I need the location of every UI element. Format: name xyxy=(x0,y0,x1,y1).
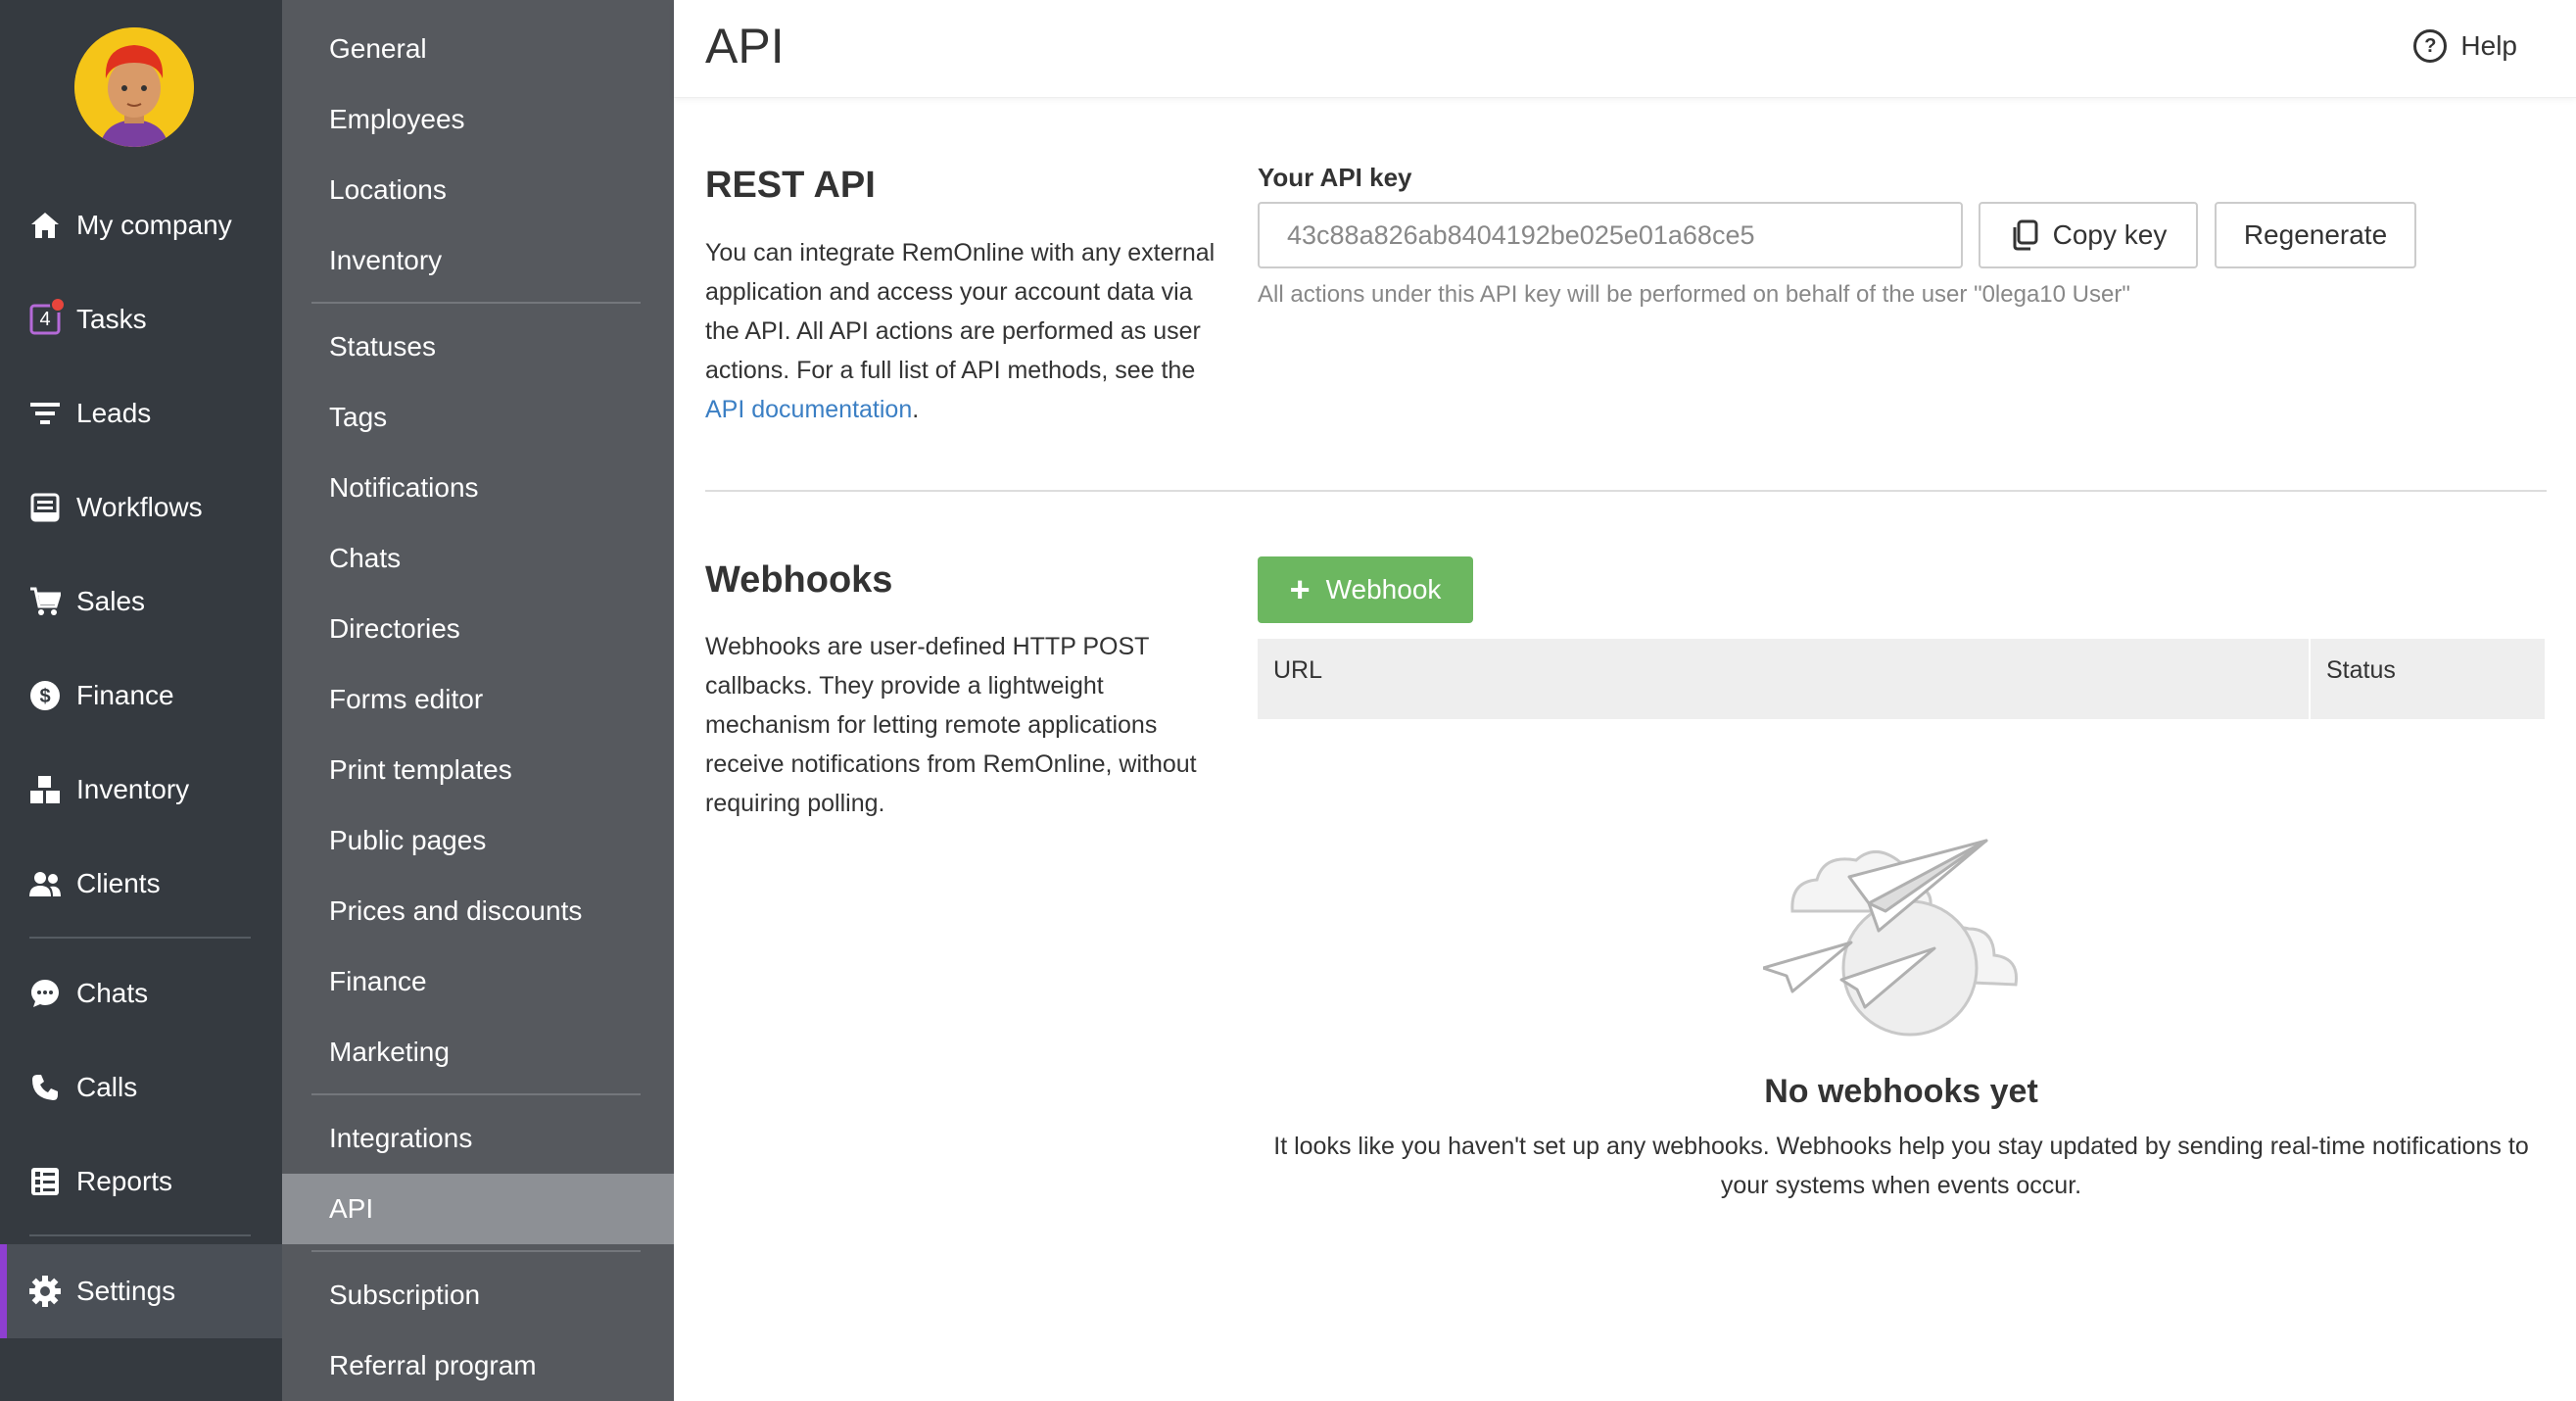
nav-settings[interactable]: Settings xyxy=(0,1244,282,1338)
webhooks-table-header: URL Status xyxy=(1258,639,2545,719)
chat-bubble-icon xyxy=(28,977,62,1010)
copy-key-button[interactable]: Copy key xyxy=(1979,202,2198,268)
webhooks-title: Webhooks xyxy=(705,559,893,601)
subnav-divider xyxy=(311,1093,641,1095)
nav-sales[interactable]: Sales xyxy=(0,555,282,649)
nav-finance[interactable]: $ Finance xyxy=(0,649,282,743)
svg-text:$: $ xyxy=(39,686,50,707)
nav-divider xyxy=(29,1234,251,1236)
add-webhook-button[interactable]: + Webhook xyxy=(1258,556,1473,623)
nav-reports[interactable]: Reports xyxy=(0,1135,282,1229)
rest-api-description-suffix: . xyxy=(912,396,920,423)
nav-label: Sales xyxy=(76,586,146,616)
gear-icon xyxy=(28,1275,62,1308)
api-documentation-link[interactable]: API documentation xyxy=(705,396,912,423)
user-avatar[interactable] xyxy=(74,27,194,147)
rest-api-title: REST API xyxy=(705,165,876,206)
subnav-forms-editor[interactable]: Forms editor xyxy=(282,664,674,735)
nav-label: Leads xyxy=(76,398,152,428)
rest-api-description-text: You can integrate RemOnline with any ext… xyxy=(705,239,1216,384)
empty-state-title: No webhooks yet xyxy=(1764,1073,2038,1110)
nav-calls[interactable]: Calls xyxy=(0,1040,282,1135)
subnav-general[interactable]: General xyxy=(282,14,674,84)
subnav-employees[interactable]: Employees xyxy=(282,84,674,155)
phone-icon xyxy=(28,1071,62,1104)
main-nav: My company 4 Tasks Leads Workflows Sales… xyxy=(0,0,282,1401)
nav-my-company[interactable]: My company xyxy=(0,178,282,272)
section-divider xyxy=(705,490,2547,492)
paper-planes-illustration xyxy=(1761,833,2041,1039)
add-webhook-label: Webhook xyxy=(1325,574,1442,604)
empty-state-text: It looks like you haven't set up any web… xyxy=(1273,1133,2529,1199)
help-label: Help xyxy=(2460,30,2517,61)
clients-icon xyxy=(28,867,62,900)
subnav-subscription[interactable]: Subscription xyxy=(282,1260,674,1330)
subnav-api[interactable]: API xyxy=(282,1174,674,1244)
notification-dot xyxy=(50,297,66,313)
tasks-icon: 4 xyxy=(28,297,66,336)
api-key-field[interactable] xyxy=(1258,202,1963,268)
copy-key-label: Copy key xyxy=(2052,219,2168,250)
subnav-locations[interactable]: Locations xyxy=(282,155,674,225)
subnav-public-pages[interactable]: Public pages xyxy=(282,805,674,876)
subnav-integrations[interactable]: Integrations xyxy=(282,1103,674,1174)
subnav-notifications[interactable]: Notifications xyxy=(282,453,674,523)
subnav-chats[interactable]: Chats xyxy=(282,523,674,594)
nav-label: Clients xyxy=(76,868,161,898)
nav-clients[interactable]: Clients xyxy=(0,837,282,931)
subnav-marketing[interactable]: Marketing xyxy=(282,1017,674,1087)
subnav-finance[interactable]: Finance xyxy=(282,946,674,1017)
dollar-icon: $ xyxy=(28,679,62,712)
nav-chats[interactable]: Chats xyxy=(0,946,282,1040)
nav-label: Tasks xyxy=(76,304,147,334)
subnav-directories[interactable]: Directories xyxy=(282,594,674,664)
nav-label: My company xyxy=(76,210,232,240)
subnav-divider xyxy=(311,302,641,304)
copy-icon xyxy=(2010,219,2039,251)
nav-inventory[interactable]: Inventory xyxy=(0,743,282,837)
reports-icon xyxy=(28,1165,62,1198)
page-header: API ? Help xyxy=(674,0,2576,98)
regenerate-button[interactable]: Regenerate xyxy=(2215,202,2416,268)
rest-api-description: You can integrate RemOnline with any ext… xyxy=(705,233,1224,429)
api-key-hint: All actions under this API key will be p… xyxy=(1258,281,2130,308)
home-icon xyxy=(28,209,62,242)
nav-divider xyxy=(29,937,251,939)
nav-label: Chats xyxy=(76,978,149,1008)
cart-icon xyxy=(28,585,62,618)
nav-label: Reports xyxy=(76,1166,173,1196)
subnav-prices-and-discounts[interactable]: Prices and discounts xyxy=(282,876,674,946)
nav-workflows[interactable]: Workflows xyxy=(0,460,282,555)
api-key-label: Your API key xyxy=(1258,163,1412,192)
subnav-print-templates[interactable]: Print templates xyxy=(282,735,674,805)
subnav-statuses[interactable]: Statuses xyxy=(282,312,674,382)
subnav-referral-program[interactable]: Referral program xyxy=(282,1330,674,1401)
nav-tasks[interactable]: 4 Tasks xyxy=(0,272,282,366)
nav-label: Settings xyxy=(76,1276,176,1306)
leads-filter-icon xyxy=(28,397,62,430)
plus-icon: + xyxy=(1289,569,1311,609)
workflows-icon xyxy=(28,491,62,524)
settings-subnav: General Employees Locations Inventory St… xyxy=(282,0,674,1401)
nav-label: Calls xyxy=(76,1072,138,1102)
nav-leads[interactable]: Leads xyxy=(0,366,282,460)
nav-label: Inventory xyxy=(76,774,190,804)
subnav-tags[interactable]: Tags xyxy=(282,382,674,453)
inventory-boxes-icon xyxy=(28,773,62,806)
nav-label: Workflows xyxy=(76,492,203,522)
nav-label: Finance xyxy=(76,680,174,710)
webhooks-description: Webhooks are user-defined HTTP POST call… xyxy=(705,633,1197,817)
page-title: API xyxy=(705,19,785,73)
question-circle-icon: ? xyxy=(2413,29,2448,63)
help-button[interactable]: ? Help xyxy=(2413,29,2517,63)
column-separator xyxy=(2309,639,2311,719)
subnav-divider xyxy=(311,1250,641,1252)
column-header-status[interactable]: Status xyxy=(2326,656,2396,685)
column-header-url[interactable]: URL xyxy=(1273,656,1322,685)
subnav-inventory[interactable]: Inventory xyxy=(282,225,674,296)
